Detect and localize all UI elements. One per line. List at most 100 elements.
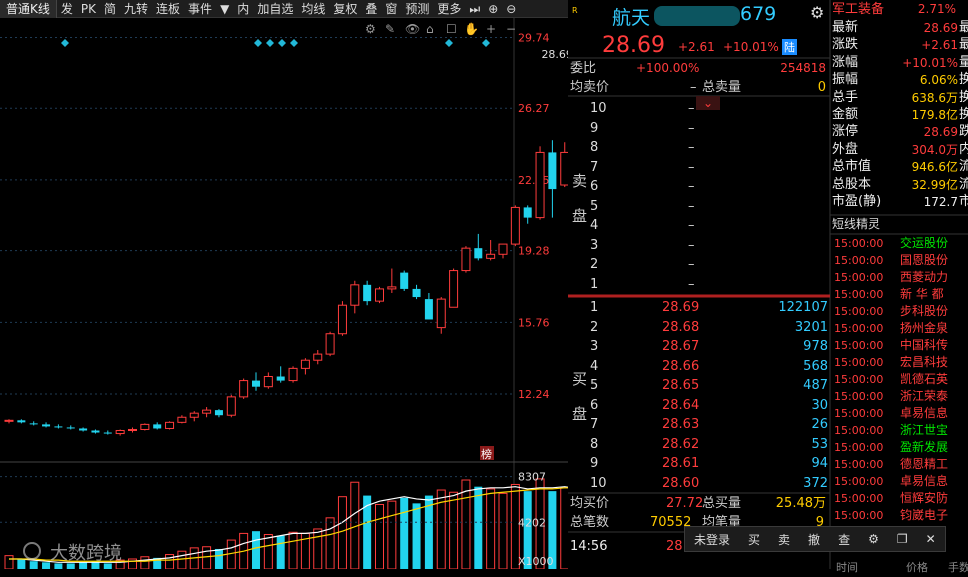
cancel-order-button[interactable]: 撤 <box>799 531 829 548</box>
basket-icon[interactable]: ⌂ <box>426 22 434 36</box>
sprite-stock-name[interactable]: 步科股份 <box>900 303 948 320</box>
sprite-stock-name[interactable]: 钧崴电子 <box>900 507 948 524</box>
sprite-item[interactable]: 15:00:00 交运股份 <box>832 235 968 252</box>
buy-level[interactable]: 1 28.69 122107 <box>590 298 828 317</box>
sprite-item[interactable]: 15:00:00 凯德石英 <box>832 371 968 388</box>
toolbar-item-5[interactable]: 连板 <box>152 0 184 18</box>
toolbar-item-12[interactable]: 叠 <box>361 0 381 18</box>
sprite-stock-name[interactable]: 宏昌科技 <box>900 354 948 371</box>
stat-row: 涨幅 +10.01% 量 <box>832 54 968 72</box>
buy-level[interactable]: 4 28.66 568 <box>590 357 828 376</box>
toolbar-item-15[interactable]: 更多 <box>433 0 465 18</box>
sprite-stock-name[interactable]: 盈新发展 <box>900 439 948 456</box>
sprite-stock-name[interactable]: 卓易信息 <box>900 405 948 422</box>
sell-level[interactable]: 9 – <box>590 119 828 138</box>
minus-icon[interactable]: ⊖ <box>502 0 520 18</box>
buy-level[interactable]: 8 28.62 53 <box>590 435 828 454</box>
sell-level[interactable]: 4 – <box>590 216 828 235</box>
sprite-stock-name[interactable]: 浙江荣泰 <box>900 388 948 405</box>
toolbar-item-13[interactable]: 窗 <box>381 0 401 18</box>
sprite-item[interactable]: 15:00:00 步科股份 <box>832 303 968 320</box>
sell-level[interactable]: 2 – <box>590 255 828 274</box>
sprite-stock-name[interactable]: 中国科传 <box>900 337 948 354</box>
sprite-stock-name[interactable]: 交运股份 <box>900 235 948 252</box>
toolbar-item-7[interactable]: ▼ <box>216 0 233 18</box>
gear-icon[interactable]: ⚙ <box>810 3 824 22</box>
sprite-item[interactable]: 15:00:00 新 华 都 <box>832 286 968 303</box>
vol-unit-label: X1000 <box>518 555 554 568</box>
restore-icon[interactable]: ❐ <box>888 532 917 546</box>
sell-level[interactable]: 5 – <box>590 197 828 216</box>
settings-icon[interactable]: ⚙ <box>859 532 888 546</box>
sprite-stock-name[interactable]: 浙江世宝 <box>900 422 948 439</box>
toolbar-item-2[interactable]: PK <box>77 0 100 18</box>
settings-icon[interactable]: ⚙ <box>365 22 376 36</box>
sell-level[interactable]: 1 – <box>590 275 828 294</box>
sell-level[interactable]: 10 – <box>590 99 828 118</box>
sprite-item[interactable]: 15:00:00 德恩精工 <box>832 456 968 473</box>
zoom-out-icon[interactable]: − <box>506 22 516 36</box>
toolbar-item-1[interactable]: 发 <box>57 0 77 18</box>
buy-level[interactable]: 10 28.60 372 <box>590 474 828 493</box>
sprite-time: 15:00:00 <box>834 356 884 369</box>
sector-name[interactable]: 军工装备 <box>832 2 884 17</box>
volume-bar <box>29 561 38 569</box>
sprite-stock-name[interactable]: 凯德石英 <box>900 371 948 388</box>
sprite-stock-name[interactable]: 德恩精工 <box>900 456 948 473</box>
buy-level[interactable]: 9 28.61 94 <box>590 454 828 473</box>
hand-icon[interactable]: ✋ <box>464 22 479 36</box>
buy-level[interactable]: 2 28.68 3201 <box>590 318 828 337</box>
sprite-item[interactable]: 15:00:00 扬州金泉 <box>832 320 968 337</box>
sprite-item[interactable]: 15:00:00 宏昌科技 <box>832 354 968 371</box>
sell-level[interactable]: 7 – <box>590 158 828 177</box>
sprite-item[interactable]: 15:00:00 中国科传 <box>832 337 968 354</box>
sell-level[interactable]: 3 – <box>590 236 828 255</box>
toolbar-item-3[interactable]: 简 <box>100 0 120 18</box>
close-icon[interactable]: ✕ <box>917 532 945 546</box>
sprite-item[interactable]: 15:00:00 浙江荣泰 <box>832 388 968 405</box>
sell-button[interactable]: 卖 <box>769 531 799 548</box>
buy-button[interactable]: 买 <box>739 531 769 548</box>
stat-row: 总市值 946.6亿 流 <box>832 158 968 176</box>
sector-row[interactable]: 军工装备 2.71% <box>832 0 968 19</box>
toolbar-item-0[interactable]: 普通K线 <box>0 0 57 18</box>
draw-icon[interactable]: ✎ <box>385 22 395 36</box>
sprite-stock-name[interactable]: 卓易信息 <box>900 473 948 490</box>
query-button[interactable]: 查 <box>829 531 859 548</box>
toolbar-item-4[interactable]: 九转 <box>120 0 152 18</box>
kline-svg[interactable]: 29.74 26.27 22.75 19.28 15.76 12.24 ⚙ ✎ 👁 ⌂ ☐ ✋ + − 28… <box>0 18 594 570</box>
zoom-in-icon[interactable]: + <box>486 22 496 36</box>
buy-level[interactable]: 3 28.67 978 <box>590 337 828 356</box>
sprite-item[interactable]: 15:00:00 盈新发展 <box>832 439 968 456</box>
eye-icon[interactable]: 👁 <box>405 22 420 36</box>
sprite-item[interactable]: 15:00:00 卓易信息 <box>832 405 968 422</box>
sprite-item[interactable]: 15:00:00 钧崴电子 <box>832 507 968 524</box>
sprite-stock-name[interactable]: 新 华 都 <box>900 286 944 303</box>
plus-icon[interactable]: ⊕ <box>484 0 502 18</box>
sprite-item[interactable]: 15:00:00 恒辉安防 <box>832 490 968 507</box>
sell-level[interactable]: 6 – <box>590 177 828 196</box>
trash-icon[interactable]: ☐ <box>446 22 457 36</box>
toolbar-item-14[interactable]: 预测 <box>401 0 433 18</box>
sprite-item[interactable]: 15:00:00 西菱动力 <box>832 269 968 286</box>
sell-level[interactable]: 8 – <box>590 138 828 157</box>
login-button[interactable]: 未登录 <box>685 531 739 548</box>
kline-chart[interactable]: 29.74 26.27 22.75 19.28 15.76 12.24 ⚙ ✎ 👁 ⌂ ☐ ✋ + − 28… <box>0 18 594 570</box>
toolbar-item-9[interactable]: 加自选 <box>253 0 297 18</box>
toolbar-item-11[interactable]: 复权 <box>329 0 361 18</box>
toolbar-item-10[interactable]: 均线 <box>297 0 329 18</box>
sprite-stock-name[interactable]: 西菱动力 <box>900 269 948 286</box>
buy-level[interactable]: 7 28.63 26 <box>590 415 828 434</box>
buy-level[interactable]: 6 28.64 30 <box>590 396 828 415</box>
toolbar-item-8[interactable]: 内 <box>233 0 253 18</box>
sprite-stock-name[interactable]: 恒辉安防 <box>900 490 948 507</box>
sprite-stock-name[interactable]: 国恩股份 <box>900 252 948 269</box>
forward-icon[interactable]: ⏭ <box>465 0 484 18</box>
stat-value: 6.06% <box>919 73 958 88</box>
buy-level[interactable]: 5 28.65 487 <box>590 376 828 395</box>
sprite-stock-name[interactable]: 扬州金泉 <box>900 320 948 337</box>
toolbar-item-6[interactable]: 事件 <box>184 0 216 18</box>
sprite-item[interactable]: 15:00:00 国恩股份 <box>832 252 968 269</box>
sprite-item[interactable]: 15:00:00 浙江世宝 <box>832 422 968 439</box>
sprite-item[interactable]: 15:00:00 卓易信息 <box>832 473 968 490</box>
